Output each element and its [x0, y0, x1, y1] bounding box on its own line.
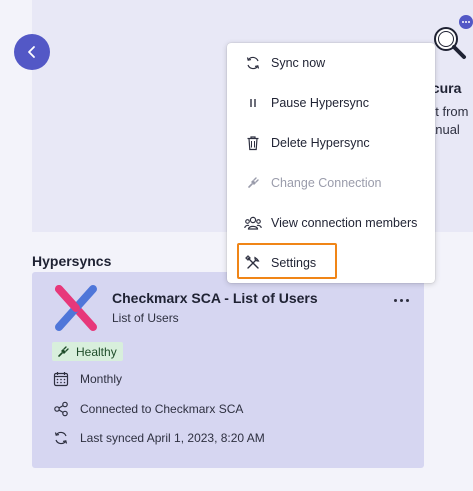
section-title-hypersyncs: Hypersyncs	[32, 253, 112, 269]
menu-item-label: Delete Hypersync	[271, 136, 370, 150]
menu-item-label: Sync now	[271, 56, 326, 70]
plug-icon	[58, 345, 69, 357]
frequency-row: Monthly	[52, 370, 122, 388]
connection-label: Connected to Checkmarx SCA	[80, 402, 244, 416]
menu-item-change-connection: Change Connection	[227, 165, 435, 201]
menu-item-settings[interactable]: Settings	[227, 245, 435, 281]
users-icon	[244, 214, 262, 232]
menu-item-pause-hypersync[interactable]: Pause Hypersync	[227, 85, 435, 121]
status-badge: Healthy	[52, 342, 123, 361]
last-synced-row: Last synced April 1, 2023, 8:20 AM	[52, 429, 265, 447]
back-button[interactable]	[14, 34, 50, 70]
sync-icon	[52, 429, 70, 447]
last-synced-label: Last synced April 1, 2023, 8:20 AM	[80, 431, 265, 445]
menu-item-label: Change Connection	[271, 176, 382, 190]
hypersync-actions-menu: Sync now Pause Hypersync Delete Hypersyn…	[227, 43, 435, 283]
connection-row: Connected to Checkmarx SCA	[52, 400, 243, 418]
trash-icon	[244, 134, 262, 152]
checkmarx-logo	[55, 285, 97, 331]
hypersync-title: Checkmarx SCA - List of Users	[112, 290, 318, 306]
menu-item-sync-now[interactable]: Sync now	[227, 45, 435, 81]
share-nodes-icon	[52, 400, 70, 418]
hypersync-subtitle: List of Users	[112, 311, 179, 325]
menu-item-view-connection-members[interactable]: View connection members	[227, 205, 435, 241]
hypersync-card[interactable]: Checkmarx SCA - List of Users List of Us…	[32, 272, 424, 468]
menu-item-label: Settings	[271, 256, 317, 270]
sync-icon	[244, 54, 262, 72]
menu-item-label: View connection members	[271, 216, 418, 230]
menu-item-delete-hypersync[interactable]: Delete Hypersync	[227, 125, 435, 161]
calendar-icon	[52, 370, 70, 388]
magnifying-glass-icon	[434, 15, 473, 59]
frequency-label: Monthly	[80, 372, 123, 386]
menu-item-label: Pause Hypersync	[271, 96, 369, 110]
more-options-button[interactable]	[390, 290, 412, 310]
chevron-left-icon	[28, 46, 35, 58]
plug-icon	[244, 174, 262, 192]
tools-icon	[244, 254, 262, 272]
pause-icon	[244, 94, 262, 112]
status-label: Healthy	[76, 344, 117, 359]
